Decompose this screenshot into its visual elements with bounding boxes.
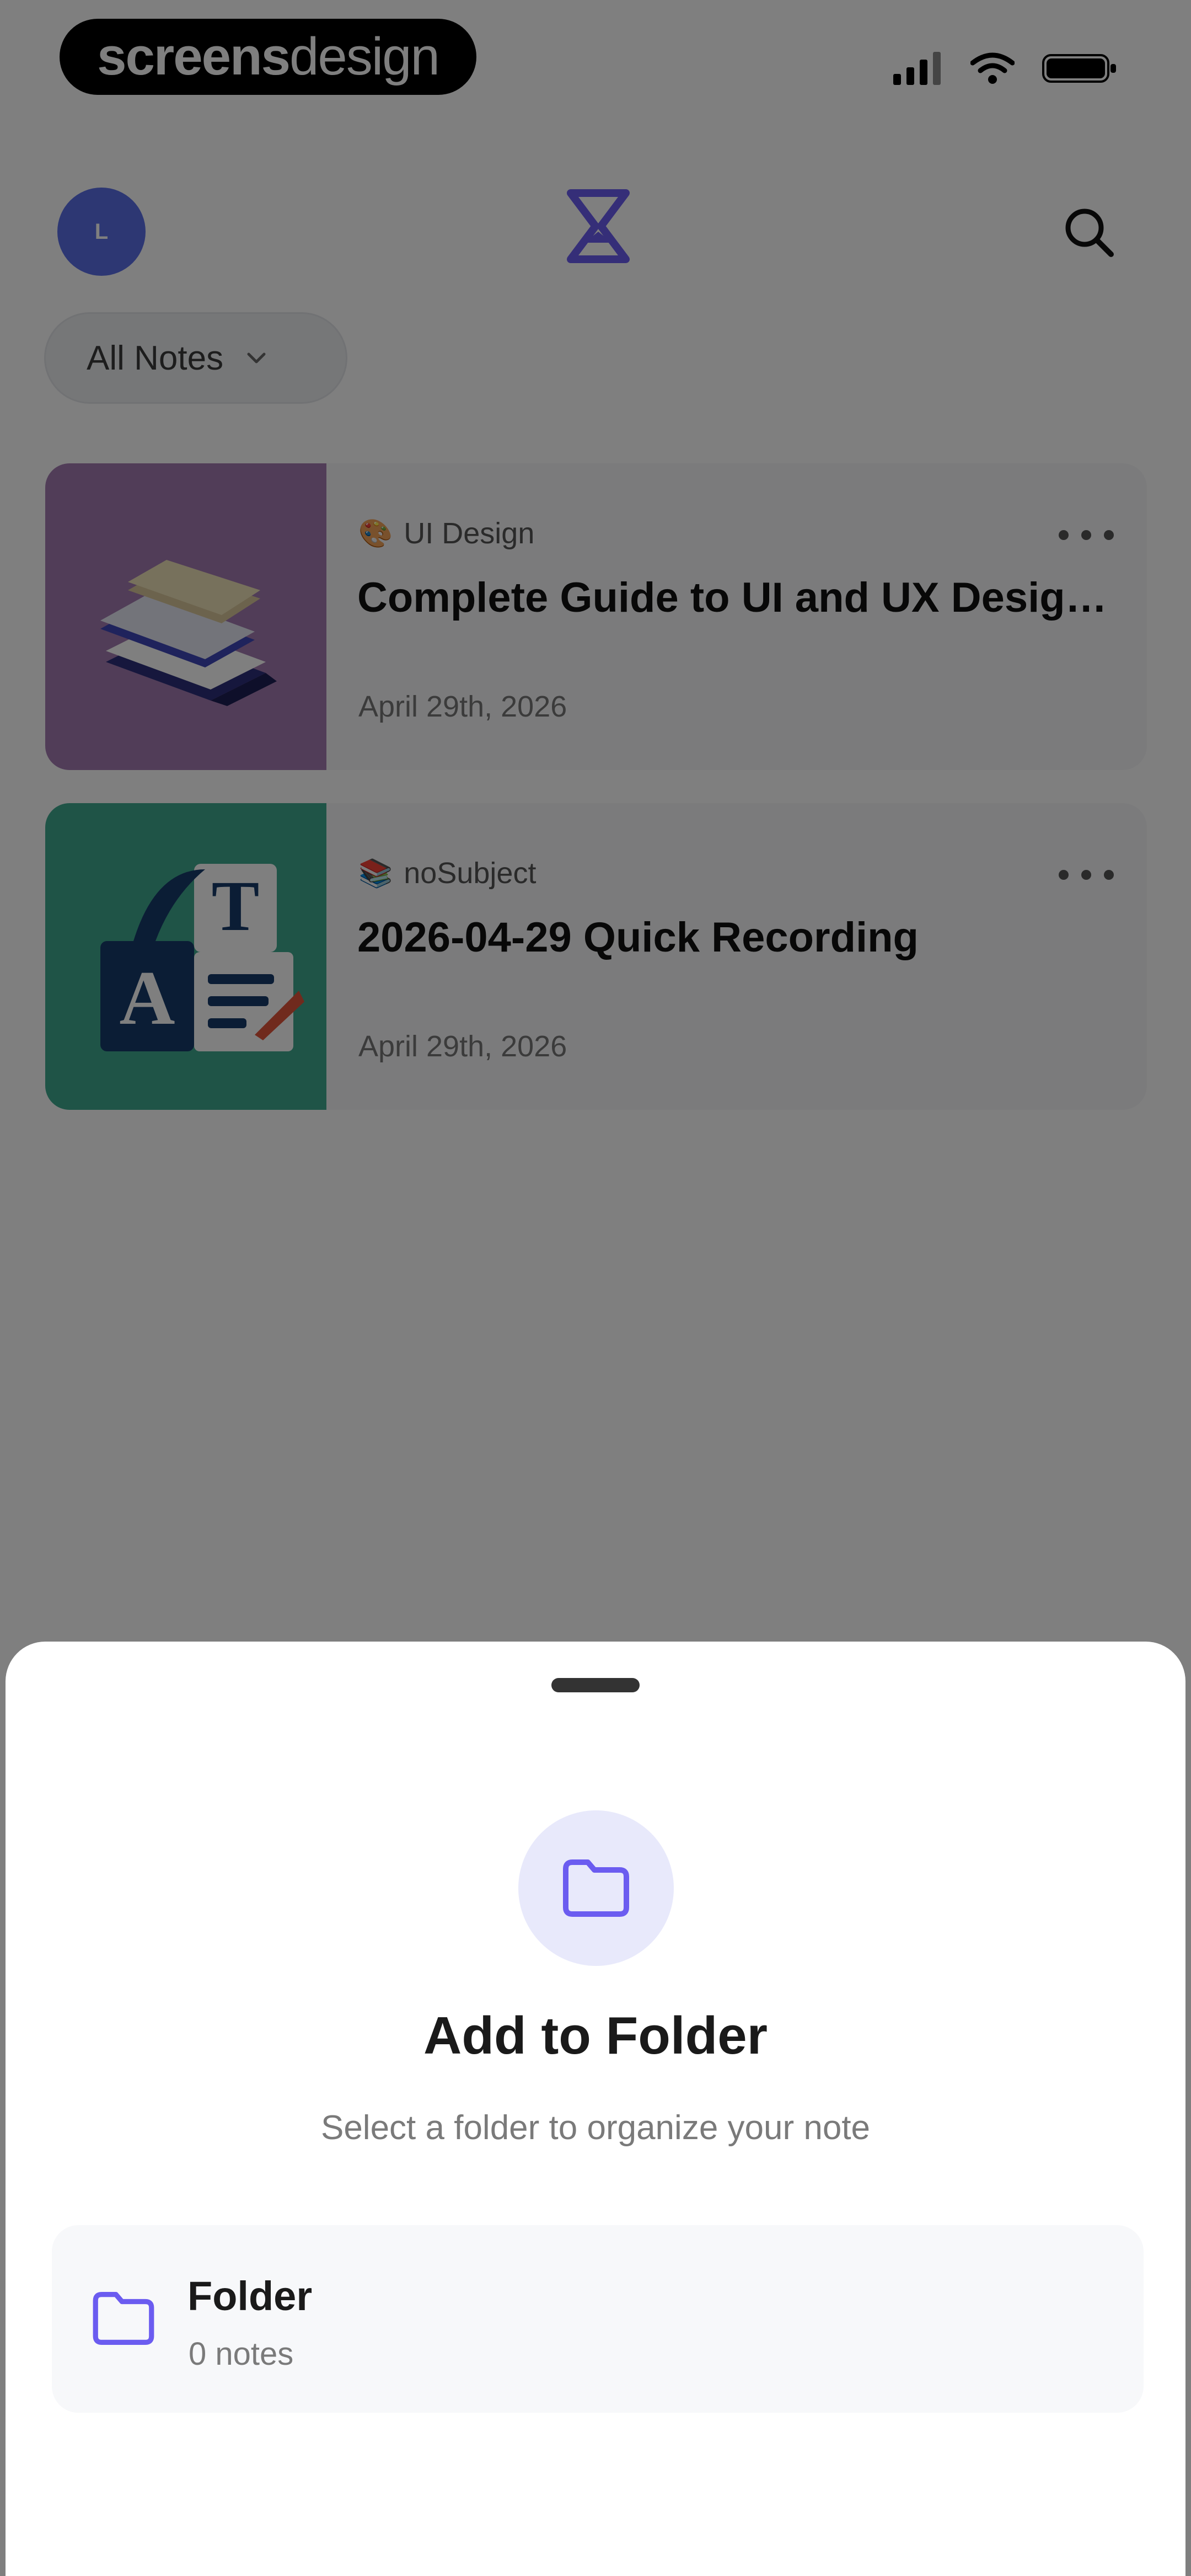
sheet-drag-handle[interactable] bbox=[551, 1678, 640, 1692]
sheet-subtitle: Select a folder to organize your note bbox=[320, 2109, 871, 2147]
sheet-header-icon bbox=[518, 1810, 674, 1966]
add-to-folder-sheet: Add to Folder Select a folder to organiz… bbox=[6, 1642, 1185, 2576]
app-screen: screensdesign L bbox=[0, 0, 1191, 2576]
folder-name: Folder bbox=[187, 2273, 313, 2319]
folder-note-count: 0 notes bbox=[189, 2336, 294, 2372]
folder-icon bbox=[93, 2292, 154, 2345]
folder-icon bbox=[563, 1859, 629, 1917]
sheet-title: Add to Folder bbox=[423, 2006, 768, 2065]
folder-list-item[interactable]: Folder 0 notes bbox=[52, 2225, 1144, 2413]
